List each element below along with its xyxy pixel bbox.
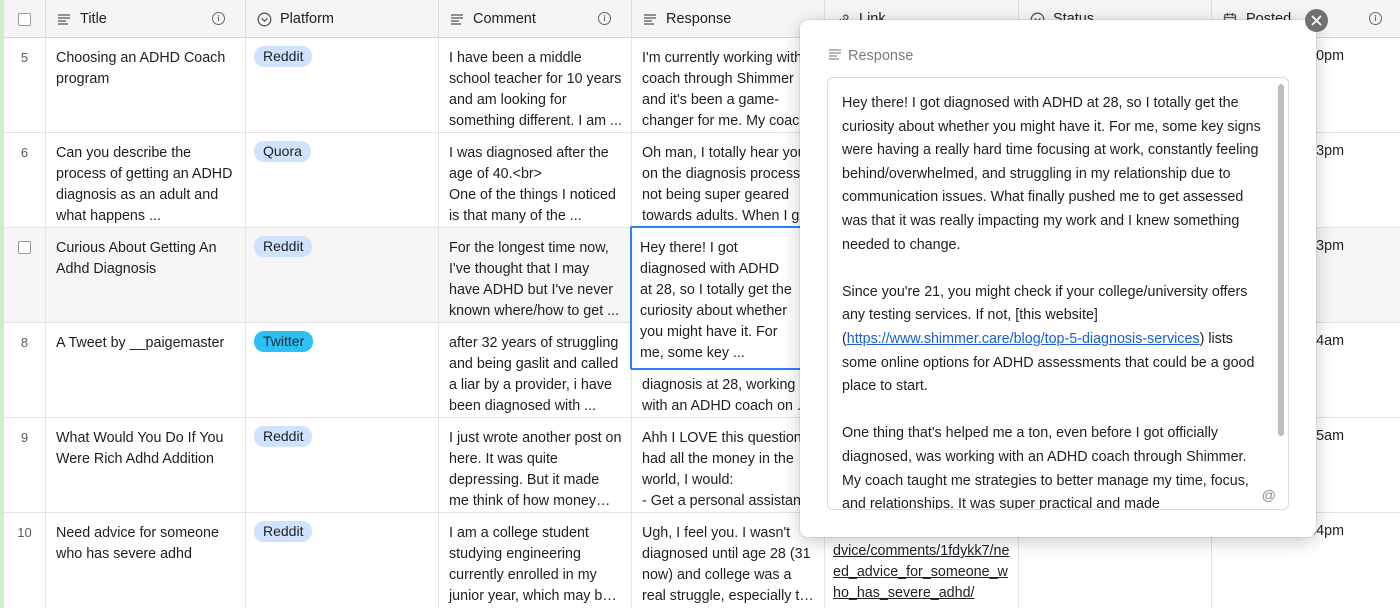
comment-text: I just wrote another post on here. It wa… bbox=[449, 430, 622, 509]
comment-cell[interactable]: I just wrote another post on here. It wa… bbox=[439, 418, 632, 512]
expanded-field-popup: Response Hey there! I got diagnosed with… bbox=[800, 20, 1316, 537]
row-checkbox[interactable] bbox=[18, 241, 31, 254]
active-response-cell[interactable]: Hey there! I got diagnosed with ADHD at … bbox=[630, 226, 802, 370]
row-number: 5 bbox=[20, 50, 29, 65]
platform-cell[interactable]: Twitter bbox=[246, 323, 439, 417]
platform-tag: Reddit bbox=[254, 236, 313, 257]
link-url[interactable]: dvice/comments/1fdykk7/need_advice_for_s… bbox=[833, 543, 1009, 601]
title-cell[interactable]: Curious About Getting An Adhd Diagnosis bbox=[46, 228, 246, 322]
platform-cell[interactable]: Reddit bbox=[246, 38, 439, 132]
comment-cell[interactable]: I was diagnosed after the age of 40.<br>… bbox=[439, 133, 632, 227]
platform-cell[interactable]: Reddit bbox=[246, 513, 439, 608]
header-select-all[interactable] bbox=[4, 0, 46, 38]
comment-text: after 32 years of struggling and being g… bbox=[449, 335, 619, 414]
platform-cell[interactable]: Quora bbox=[246, 133, 439, 227]
long-text-icon bbox=[56, 11, 72, 27]
response-cell[interactable]: Oh man, I totally hear you on the diagno… bbox=[632, 133, 825, 227]
title-cell[interactable]: A Tweet by __paigemaster bbox=[46, 323, 246, 417]
title-cell[interactable]: Need advice for someone who has severe a… bbox=[46, 513, 246, 608]
response-cell[interactable]: Ugh, I feel you. I wasn't diagnosed unti… bbox=[632, 513, 825, 608]
long-text-icon bbox=[449, 11, 465, 27]
platform-cell[interactable]: Reddit bbox=[246, 418, 439, 512]
title-text: Choosing an ADHD Coach program bbox=[56, 50, 226, 87]
row-number: 9 bbox=[20, 430, 29, 445]
comment-cell[interactable]: after 32 years of struggling and being g… bbox=[439, 323, 632, 417]
title-cell[interactable]: Can you describe the process of getting … bbox=[46, 133, 246, 227]
active-response-text: Hey there! I got diagnosed with ADHD at … bbox=[640, 240, 792, 361]
title-cell[interactable]: Choosing an ADHD Coach program bbox=[46, 38, 246, 132]
column-header-title[interactable]: Title i bbox=[46, 0, 246, 38]
response-text: I'm currently working with coach through… bbox=[642, 50, 803, 129]
select-all-checkbox[interactable] bbox=[18, 12, 31, 26]
row-number: 10 bbox=[17, 525, 32, 540]
long-text-icon bbox=[642, 11, 658, 27]
paragraph-text: Since you're 21, you might check if your… bbox=[842, 283, 1248, 324]
platform-tag: Twitter bbox=[254, 331, 314, 352]
row-number: 6 bbox=[20, 145, 29, 160]
row-checkbox-cell[interactable] bbox=[4, 228, 46, 322]
platform-tag: Reddit bbox=[254, 521, 313, 542]
title-text: Can you describe the process of getting … bbox=[56, 145, 233, 224]
column-header-platform[interactable]: Platform bbox=[246, 0, 439, 38]
editor-paragraph-with-link: Since you're 21, you might check if your… bbox=[842, 281, 1266, 399]
column-label: Platform bbox=[280, 11, 334, 27]
comment-cell[interactable]: For the longest time now, I've thought t… bbox=[439, 228, 632, 322]
info-icon[interactable]: i bbox=[1369, 12, 1382, 25]
mention-icon[interactable]: @ bbox=[1262, 487, 1276, 503]
single-select-icon bbox=[256, 11, 272, 27]
response-cell[interactable]: Ahh I LOVE this question. I had all the … bbox=[632, 418, 825, 512]
comment-cell[interactable]: I have been a middle school teacher for … bbox=[439, 38, 632, 132]
row-number: 8 bbox=[20, 335, 29, 350]
comment-cell[interactable]: I am a college student studying engineer… bbox=[439, 513, 632, 608]
popup-header: Response bbox=[828, 48, 913, 64]
link-close-paren: ) bbox=[1199, 330, 1205, 347]
response-text: Oh man, I totally hear you on the diagno… bbox=[642, 145, 806, 224]
column-label: Comment bbox=[473, 11, 536, 27]
column-header-comment[interactable]: Comment i bbox=[439, 0, 632, 38]
row-number-cell: 9 bbox=[4, 418, 46, 512]
response-text: Ugh, I feel you. I wasn't diagnosed unti… bbox=[642, 525, 816, 604]
platform-tag: Quora bbox=[254, 141, 311, 162]
info-icon[interactable]: i bbox=[598, 12, 611, 25]
editor-paragraph: Hey there! I got diagnosed with ADHD at … bbox=[842, 95, 1261, 253]
editor-paragraph: One thing that's helped me a ton, even b… bbox=[842, 425, 1249, 510]
editor-scrollbar[interactable] bbox=[1278, 84, 1284, 436]
title-cell[interactable]: What Would You Do If You Were Rich Adhd … bbox=[46, 418, 246, 512]
title-text: What Would You Do If You Were Rich Adhd … bbox=[56, 430, 224, 467]
platform-tag: Reddit bbox=[254, 426, 313, 447]
response-text-editor[interactable]: Hey there! I got diagnosed with ADHD at … bbox=[827, 77, 1289, 510]
comment-text: For the longest time now, I've thought t… bbox=[449, 240, 620, 319]
row-number-cell: 5 bbox=[4, 38, 46, 132]
editor-link[interactable]: https://www.shimmer.care/blog/top-5-diag… bbox=[847, 331, 1200, 347]
row-number-cell: 10 bbox=[4, 513, 46, 608]
comment-text: I am a college student studying engineer… bbox=[449, 525, 611, 604]
row-number-cell: 6 bbox=[4, 133, 46, 227]
title-text: A Tweet by __paigemaster bbox=[56, 335, 225, 351]
close-popup-button[interactable] bbox=[1305, 9, 1328, 32]
editor-content[interactable]: Hey there! I got diagnosed with ADHD at … bbox=[842, 92, 1266, 510]
response-cell[interactable]: I'm currently working with coach through… bbox=[632, 38, 825, 132]
popup-field-name: Response bbox=[848, 48, 914, 64]
column-header-response[interactable]: Response bbox=[632, 0, 825, 38]
row-number-cell: 8 bbox=[4, 323, 46, 417]
info-icon[interactable]: i bbox=[212, 12, 225, 25]
column-label: Response bbox=[666, 11, 732, 27]
long-text-icon bbox=[828, 48, 842, 64]
title-text: Curious About Getting An Adhd Diagnosis bbox=[56, 240, 217, 277]
column-label: Title bbox=[80, 11, 107, 27]
comment-text: I have been a middle school teacher for … bbox=[449, 50, 622, 129]
title-text: Need advice for someone who has severe a… bbox=[56, 525, 219, 562]
platform-tag: Reddit bbox=[254, 46, 313, 67]
response-text: Ahh I LOVE this question. I had all the … bbox=[642, 430, 814, 509]
comment-text: I was diagnosed after the age of 40.<br>… bbox=[449, 145, 616, 224]
close-icon bbox=[1311, 15, 1322, 26]
platform-cell[interactable]: Reddit bbox=[246, 228, 439, 322]
